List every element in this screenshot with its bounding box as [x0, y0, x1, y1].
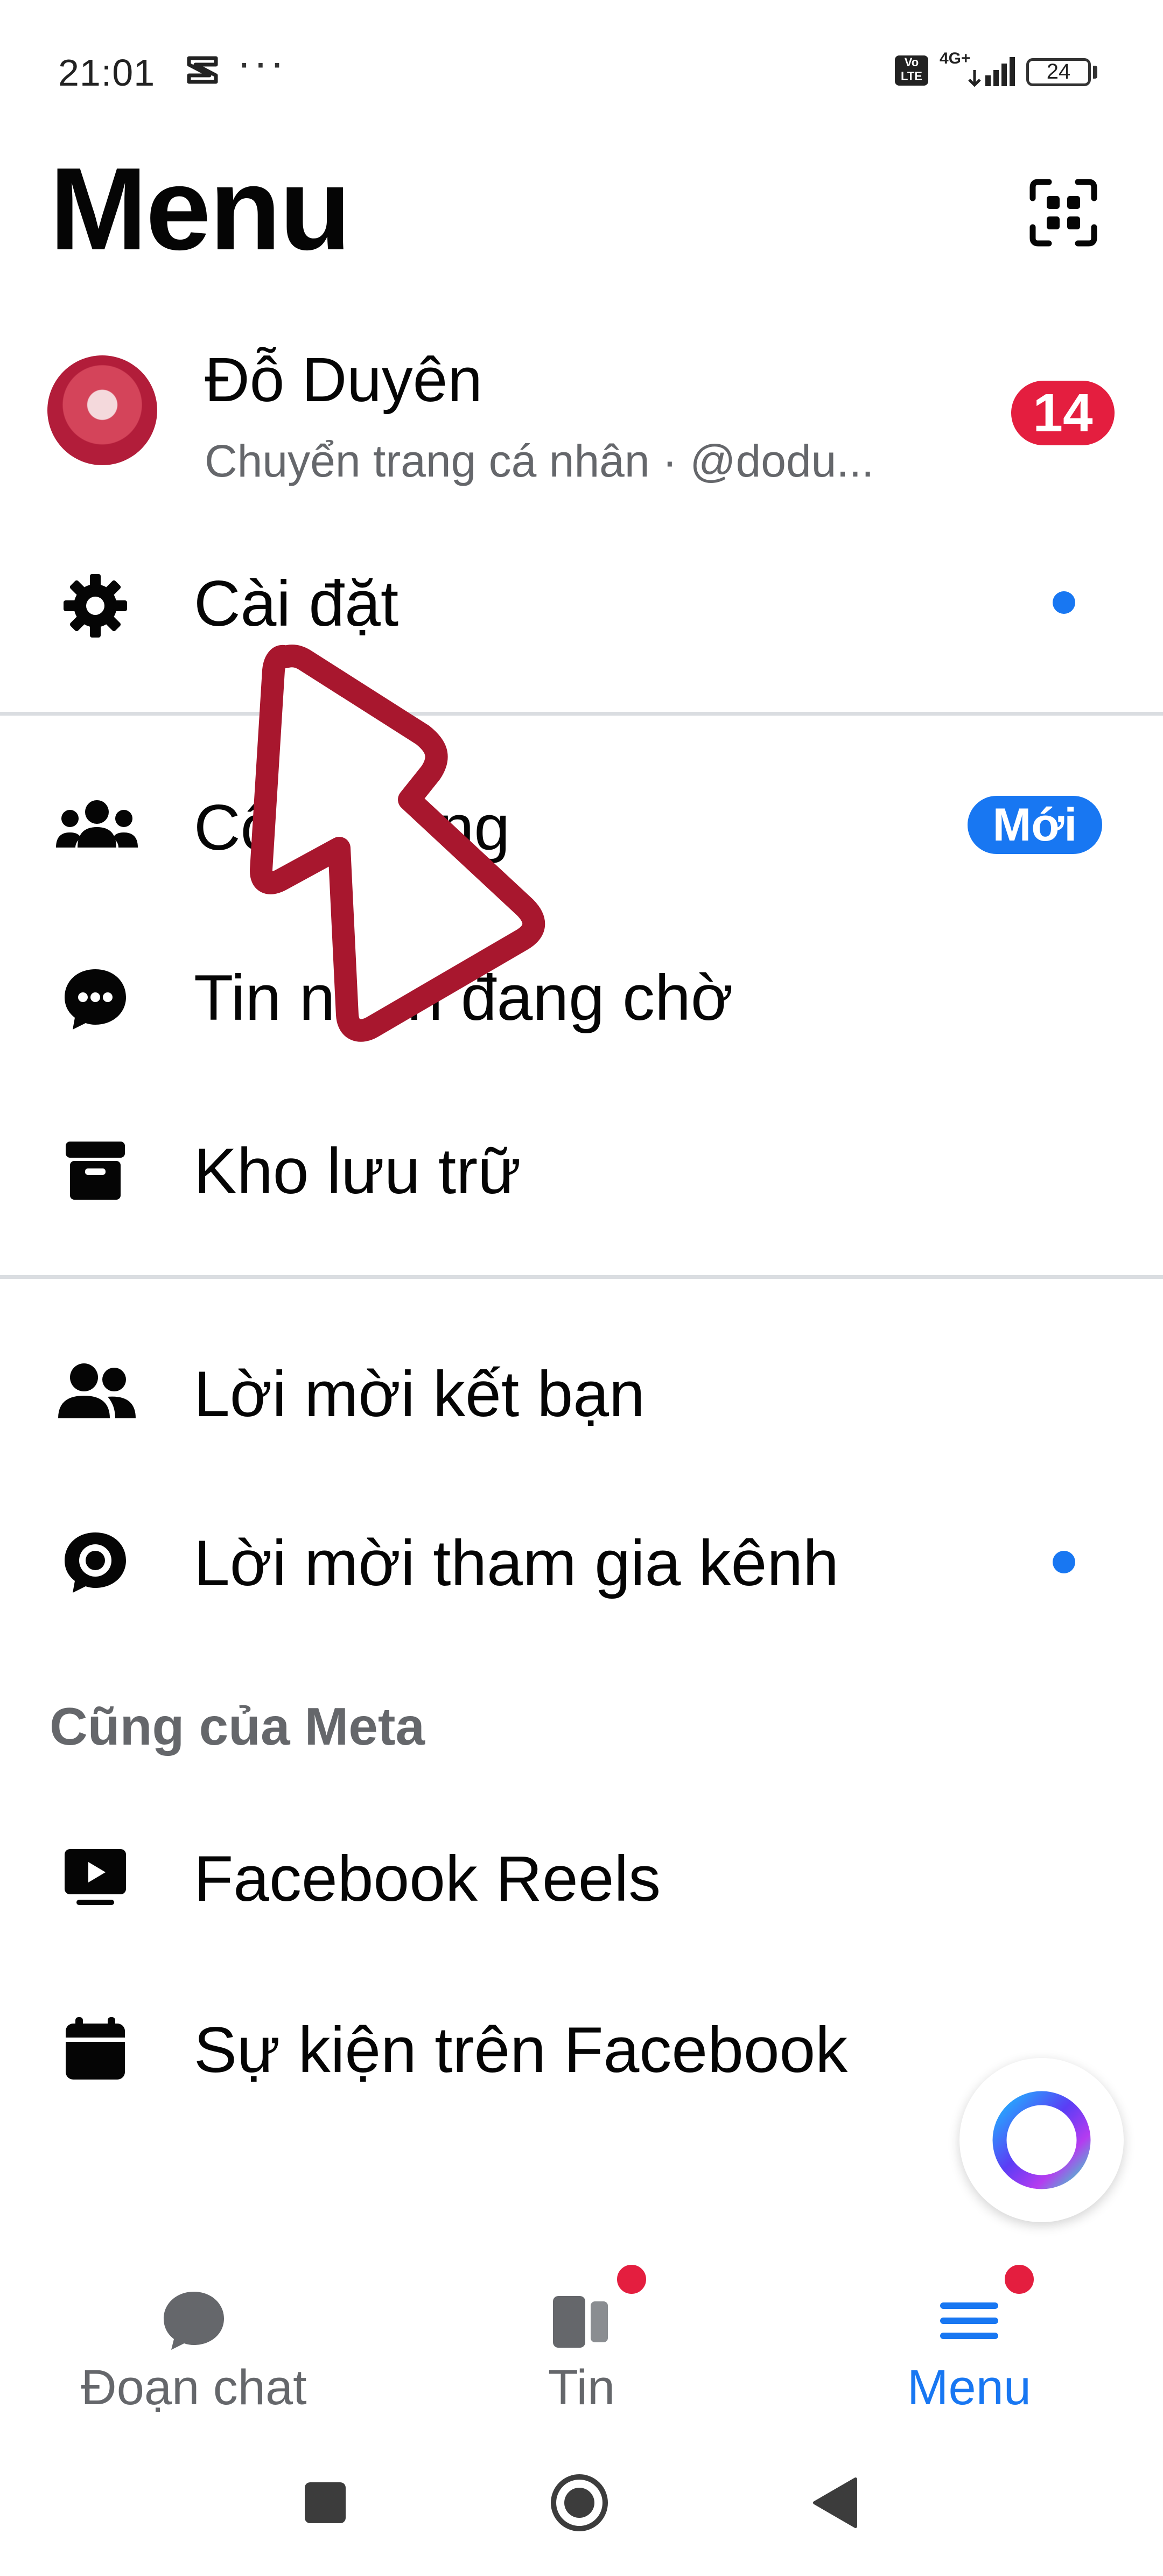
battery-icon: 24 — [1026, 58, 1091, 86]
tab-chats-label: Đoạn chat — [81, 2360, 307, 2415]
tab-menu[interactable]: Menu — [835, 2288, 1104, 2416]
notification-count-badge: 14 — [1011, 381, 1115, 445]
gear-icon — [64, 574, 127, 638]
tab-chats[interactable]: Đoạn chat — [59, 2288, 328, 2416]
community-icon — [56, 800, 138, 848]
hamburger-menu-icon — [940, 2302, 998, 2339]
avatar[interactable] — [47, 355, 157, 465]
tab-stories-label: Tin — [548, 2360, 615, 2415]
section-title-meta: Cũng của Meta — [50, 1697, 425, 1756]
volte-icon: Vo LTE — [895, 55, 928, 86]
new-badge: Mới — [968, 796, 1102, 854]
stories-notification-dot — [614, 2262, 649, 2297]
menu-item-archive[interactable]: Kho lưu trữ — [194, 1134, 521, 1208]
divider — [0, 1275, 1163, 1279]
menu-item-friend-requests[interactable]: Lời mời kết bạn — [194, 1357, 645, 1431]
status-more-dots: ··· — [237, 38, 286, 86]
tab-menu-label: Menu — [907, 2360, 1032, 2415]
status-time: 21:01 — [58, 52, 156, 94]
back-button[interactable] — [810, 2476, 859, 2530]
unread-dot — [1053, 1551, 1075, 1573]
unread-dot — [1053, 591, 1075, 614]
video-play-icon — [65, 1849, 126, 1905]
qr-scan-icon[interactable] — [1028, 178, 1098, 248]
calendar-icon — [66, 2017, 125, 2080]
divider — [0, 712, 1163, 716]
battery-nub — [1093, 66, 1097, 79]
switch-profile-link[interactable]: Chuyển trang cá nhân · @dodu... — [205, 435, 874, 487]
chat-bubble-icon — [164, 2292, 224, 2350]
capcut-app-icon — [187, 56, 218, 84]
menu-item-channel-invites[interactable]: Lời mời tham gia kênh — [194, 1526, 839, 1600]
tab-stories[interactable]: Tin — [447, 2288, 716, 2416]
channel-chat-icon — [65, 1532, 126, 1593]
profile-name[interactable]: Đỗ Duyên — [205, 344, 482, 416]
home-button[interactable] — [549, 2473, 609, 2533]
menu-item-facebook-reels[interactable]: Facebook Reels — [194, 1842, 661, 1916]
meta-ai-ring-icon — [992, 2091, 1091, 2189]
recent-apps-button[interactable] — [305, 2482, 346, 2523]
menu-notification-dot — [1001, 2262, 1037, 2297]
stories-icon — [553, 2296, 608, 2348]
chat-bubble-dots-icon — [65, 969, 126, 1030]
menu-item-facebook-events[interactable]: Sự kiện trên Facebook — [194, 2013, 847, 2087]
page-title: Menu — [50, 144, 351, 275]
menu-item-settings[interactable]: Cài đặt — [194, 566, 398, 641]
friends-icon — [58, 1363, 136, 1418]
archive-box-icon — [66, 1142, 125, 1200]
signal-bars-icon — [968, 57, 1015, 87]
annotation-arrow — [250, 645, 545, 1042]
